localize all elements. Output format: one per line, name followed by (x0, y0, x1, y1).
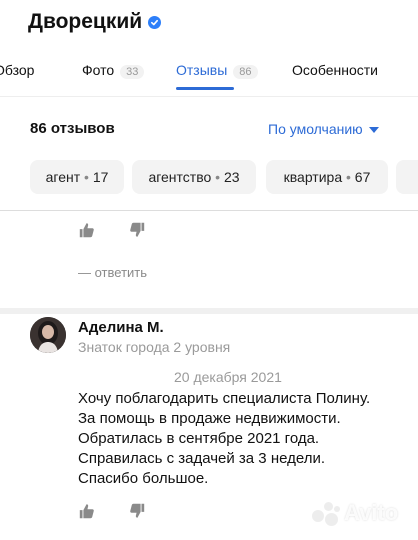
verified-icon (148, 15, 162, 29)
chip-agent-label: агент (45, 169, 81, 185)
tab-reviews[interactable]: Отзывы 86 (176, 62, 258, 79)
review-date: 20 декабря 2021 (174, 369, 282, 385)
section-separator (0, 210, 418, 211)
tab-features[interactable]: Особенности (292, 62, 378, 78)
chip-agency-count: 23 (223, 169, 240, 185)
chip-apartment-dot: • (346, 169, 351, 185)
tab-reviews-label: Отзывы (176, 62, 228, 78)
chip-agent-count: 17 (92, 169, 109, 185)
active-tab-indicator (176, 87, 234, 90)
page-title-text: Дворецкий (28, 10, 143, 33)
chevron-down-icon (368, 126, 379, 133)
reviews-count: 86 отзывов (30, 120, 115, 137)
chip-apartment-label: квартира (283, 169, 343, 185)
dislike-icon[interactable] (128, 221, 146, 239)
chip-agency-label: агентство (148, 169, 212, 185)
tab-reviews-count: 86 (233, 65, 258, 79)
avito-logo-icon (312, 500, 340, 526)
sort-dropdown[interactable]: По умолчанию (268, 121, 379, 137)
chip-agency[interactable]: агентство • 23 (132, 160, 256, 194)
tab-features-label: Особенности (292, 62, 378, 78)
review-divider (0, 308, 418, 314)
chip-apartment-count: 67 (354, 169, 371, 185)
page-title: Дворецкий (28, 10, 162, 34)
tabs-bar: Обзор Фото 33 Отзывы 86 Особенности (0, 60, 418, 96)
tab-overview-label: Обзор (0, 62, 35, 78)
tab-overview[interactable]: Обзор (0, 62, 34, 78)
chip-more[interactable] (396, 160, 418, 194)
chip-agent-dot: • (84, 169, 89, 185)
sort-label: По умолчанию (268, 121, 363, 137)
chip-agency-dot: • (215, 169, 221, 185)
reply-link[interactable]: — ответить (78, 265, 147, 280)
like-icon[interactable] (78, 502, 96, 520)
tab-photos[interactable]: Фото 33 (82, 62, 145, 79)
chip-agent[interactable]: агент • 17 (30, 160, 124, 194)
avatar[interactable] (30, 317, 66, 353)
dislike-icon[interactable] (128, 502, 146, 520)
tab-photos-label: Фото (82, 62, 115, 78)
review-author[interactable]: Аделина М. (78, 319, 164, 336)
review-author-level: Знаток города 2 уровня (78, 339, 231, 355)
like-icon[interactable] (78, 221, 96, 239)
chip-apartment[interactable]: квартира • 67 (266, 160, 388, 194)
organization-header: Дворецкий Обзор Фото 33 Отзывы 86 Особенно… (0, 0, 418, 210)
avito-watermark-text: Avito (344, 500, 399, 525)
tabs-divider (0, 96, 418, 97)
tab-photos-count: 33 (120, 65, 145, 79)
avito-watermark: Avito (312, 497, 412, 529)
review-text: Хочу поблагодарить специалиста Полину. З… (78, 390, 371, 487)
